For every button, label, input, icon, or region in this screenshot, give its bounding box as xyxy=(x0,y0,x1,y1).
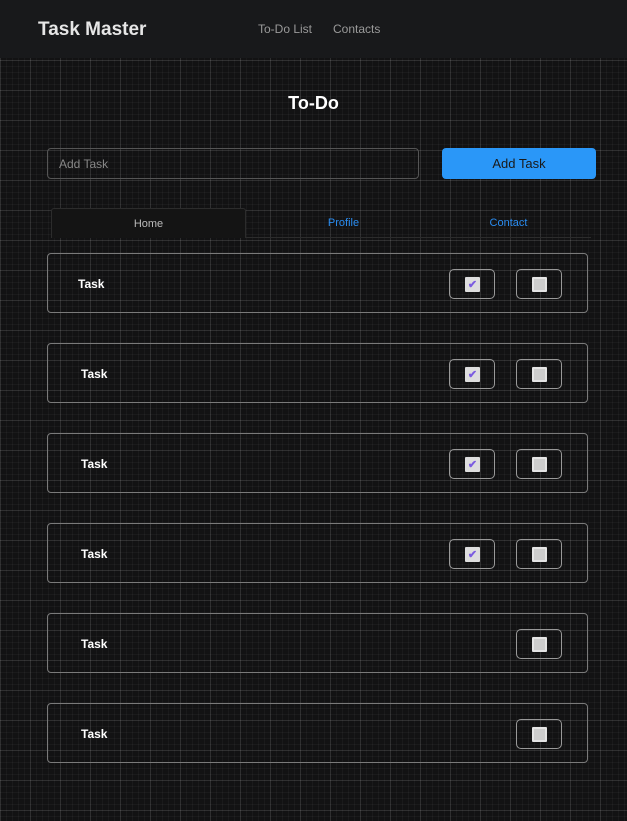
tab-profile[interactable]: Profile xyxy=(246,208,441,238)
delete-task-button[interactable] xyxy=(516,719,562,749)
tab-bar: Home Profile Contact xyxy=(51,208,591,238)
task-item: Task ✔ xyxy=(47,343,588,403)
delete-task-button[interactable] xyxy=(516,449,562,479)
task-item: Task ✔ xyxy=(47,523,588,583)
complete-task-button[interactable]: ✔ xyxy=(449,449,495,479)
task-name: Task xyxy=(81,637,108,651)
delete-task-button[interactable] xyxy=(516,539,562,569)
tab-contact[interactable]: Contact xyxy=(441,208,576,238)
trash-icon xyxy=(532,277,547,292)
trash-icon xyxy=(532,367,547,382)
task-item: Task xyxy=(47,613,588,673)
task-item: Task ✔ xyxy=(47,253,588,313)
task-item: Task ✔ xyxy=(47,433,588,493)
task-name: Task xyxy=(81,457,108,471)
page-title: To-Do xyxy=(288,93,339,113)
task-name: Task xyxy=(81,547,108,561)
task-name: Task xyxy=(81,727,108,741)
delete-task-button[interactable] xyxy=(516,269,562,299)
check-icon: ✔ xyxy=(465,277,480,292)
trash-icon xyxy=(532,727,547,742)
add-task-input[interactable] xyxy=(47,148,419,179)
complete-task-button[interactable]: ✔ xyxy=(449,269,495,299)
check-icon: ✔ xyxy=(465,547,480,562)
task-name: Task xyxy=(78,277,105,291)
complete-task-button[interactable]: ✔ xyxy=(449,539,495,569)
delete-task-button[interactable] xyxy=(516,629,562,659)
delete-task-button[interactable] xyxy=(516,359,562,389)
trash-icon xyxy=(532,547,547,562)
nav-link-contacts[interactable]: Contacts xyxy=(333,22,380,36)
brand-logo[interactable]: Task Master xyxy=(38,19,146,41)
check-icon: ✔ xyxy=(465,367,480,382)
tab-home[interactable]: Home xyxy=(51,208,246,238)
check-icon: ✔ xyxy=(465,457,480,472)
navbar: Task Master To-Do List Contacts xyxy=(0,0,627,58)
task-item: Task xyxy=(47,703,588,763)
nav-link-todo-list[interactable]: To-Do List xyxy=(258,22,312,36)
trash-icon xyxy=(532,637,547,652)
add-task-button[interactable]: Add Task xyxy=(442,148,596,179)
trash-icon xyxy=(532,457,547,472)
complete-task-button[interactable]: ✔ xyxy=(449,359,495,389)
task-name: Task xyxy=(81,367,108,381)
